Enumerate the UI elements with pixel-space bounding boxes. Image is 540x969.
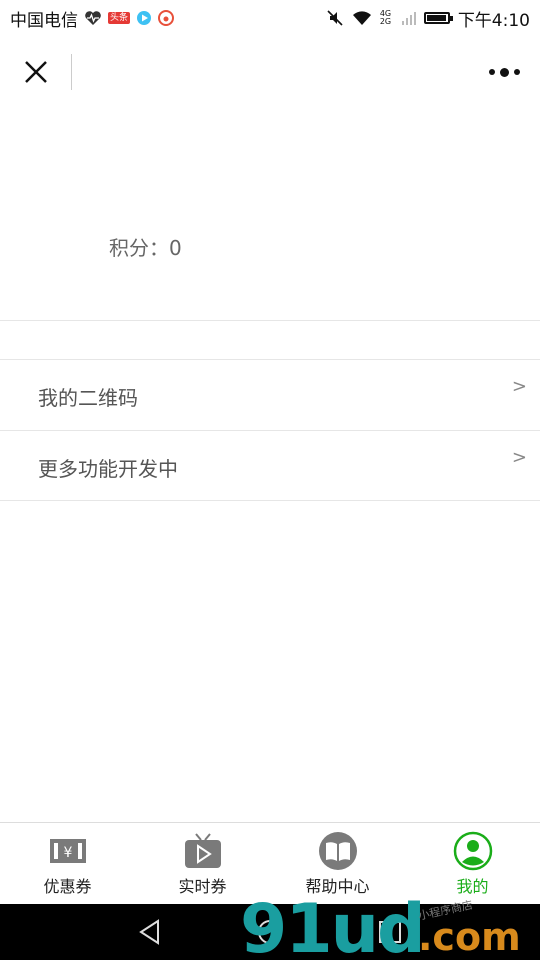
chevron-right-icon: > [511, 376, 527, 397]
list-item-more-features[interactable]: 更多功能开发中 > [0, 431, 540, 501]
points-label: 积分： [109, 236, 169, 260]
signal-icon: 4G 2G [380, 10, 394, 26]
wifi-icon [352, 10, 372, 26]
tab-label: 我的 [456, 877, 489, 896]
status-bar-left: 中国电信 头条 [10, 6, 175, 31]
battery-icon [423, 12, 453, 24]
tab-mine[interactable]: 我的 [405, 823, 540, 905]
more-icon-dot [499, 67, 509, 77]
close-button[interactable] [18, 54, 54, 90]
chevron-right-icon: > [511, 447, 527, 468]
heart-rate-icon [84, 10, 102, 26]
more-button[interactable] [484, 58, 524, 86]
more-icon-dot [513, 69, 520, 75]
status-bar-right: 4G 2G 下午4:10 [326, 6, 530, 31]
clock-label: 下午4:10 [457, 10, 530, 31]
battery-fill [426, 15, 446, 21]
watermark-logo: 91ud [240, 890, 426, 969]
divider [0, 320, 540, 321]
svg-text:¥: ¥ [63, 845, 72, 861]
video-app-icon [136, 10, 152, 26]
tab-label: 优惠券 [43, 877, 92, 896]
tab-label: 实时券 [178, 877, 227, 896]
header-divider [71, 54, 72, 90]
close-icon [25, 61, 47, 83]
tv-play-icon [183, 831, 223, 871]
weibo-app-icon [158, 10, 175, 26]
divider [0, 500, 540, 501]
back-triangle-icon [139, 919, 159, 945]
carrier-label: 中国电信 [10, 10, 78, 31]
points-display: 积分：0 [109, 232, 182, 261]
list-item-label: 更多功能开发中 [38, 457, 178, 481]
coupon-icon: ¥ [48, 831, 88, 871]
back-button[interactable] [136, 918, 164, 946]
list-item-qr-code[interactable]: 我的二维码 > [0, 360, 540, 430]
list-item-label: 我的二维码 [38, 386, 138, 410]
book-icon [318, 831, 358, 871]
network-type-label: 4G 2G [379, 9, 392, 26]
more-icon [488, 69, 495, 75]
user-icon [453, 831, 493, 871]
signal-bars-icon [401, 11, 416, 25]
news-app-icon: 头条 [108, 12, 131, 24]
mute-icon [326, 9, 344, 27]
tab-coupons[interactable]: ¥ 优惠券 [0, 823, 135, 905]
mini-program-header [0, 36, 540, 108]
status-bar: 中国电信 头条 4G 2G 下午4:10 [0, 0, 540, 36]
watermark-domain: .com [418, 915, 521, 959]
points-value: 0 [169, 236, 182, 260]
